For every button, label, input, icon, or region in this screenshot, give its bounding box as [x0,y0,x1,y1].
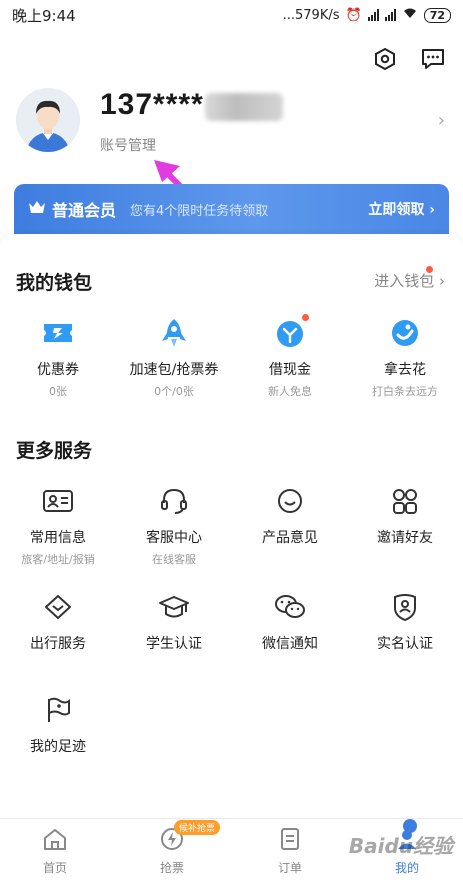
tab-badge: 候补抢票 [174,820,221,835]
crown-icon [28,199,46,219]
wallet-item-label: 优惠券 [37,362,79,378]
wallet-item-label: 加速包/抢票券 [129,362,219,378]
lightning-icon [159,828,185,855]
service-item-label: 客服中心 [146,530,202,546]
watermark: Baidu经验 [348,834,453,858]
wallet-item-coupon[interactable]: 优惠券 0张 [0,316,116,399]
headset-icon [157,484,191,518]
service-item-label: 产品意见 [262,530,318,546]
service-item-label: 出行服务 [30,636,86,652]
service-item-footprint[interactable]: 我的足迹 [0,693,116,756]
service-item-label: 实名认证 [377,636,433,652]
tab-orders[interactable]: 订单 [250,827,330,876]
network-speed: ...579K/s [282,7,340,23]
tab-home[interactable]: 首页 [15,827,95,876]
message-icon[interactable] [418,44,448,74]
service-item-travel[interactable]: 出行服务 [0,590,116,653]
tab-label: 抢票 [159,861,184,875]
wallet-title: 我的钱包 [16,272,93,294]
service-item-label: 常用信息 [30,530,86,546]
id-card-icon [41,484,75,518]
service-item-wechat[interactable]: 微信通知 [232,590,348,653]
home-icon [42,829,68,855]
member-banner[interactable]: 普通会员 您有4个限时任务待领取 立即领取 › [14,184,449,234]
avatar[interactable] [16,88,80,152]
tab-label: 首页 [42,861,67,875]
service-item-common-info[interactable]: 常用信息 旅客/地址/报销 [0,484,116,567]
wallet-item-label: 借现金 [269,362,311,378]
notification-dot [302,314,309,321]
service-item-student[interactable]: 学生认证 [116,590,232,653]
service-item-label: 邀请好友 [377,530,433,546]
alarm-icon: ⏰ [345,7,362,23]
wallet-item-boost[interactable]: 加速包/抢票券 0个/0张 [116,316,232,399]
member-tip: 您有4个限时任务待领取 [130,203,269,219]
smile-chat-icon [273,484,307,518]
service-item-sub: 在线客服 [152,553,196,566]
service-item-label: 微信通知 [262,636,318,652]
wallet-item-credit[interactable]: 拿去花 打白条去远方 [347,316,463,399]
claim-button[interactable]: 立即领取 › [368,199,435,219]
invite-icon [388,484,422,518]
wallet-item-sub: 0张 [49,385,67,398]
services-title: 更多服务 [16,440,93,462]
rocket-icon [157,316,191,350]
wallet-item-sub: 新人免息 [268,385,312,398]
cash-icon [273,314,309,350]
graduation-cap-icon [157,590,191,624]
settings-icon[interactable] [370,44,400,74]
signal-icon-2 [384,9,396,21]
tab-label: 订单 [277,861,302,875]
shield-person-icon [388,590,422,624]
member-title: 普通会员 [52,201,117,220]
tab-label: 我的 [394,861,419,875]
status-time: 晚上9:44 [12,6,76,25]
status-indicators: ...579K/s ⏰ 72 [283,7,451,23]
diamond-icon [41,590,75,624]
wallet-item-cash[interactable]: 借现金 新人免息 [232,314,348,399]
wallet-notification-dot [426,266,433,273]
service-item-label: 我的足迹 [30,739,86,755]
flag-icon [41,693,75,727]
status-bar: 晚上9:44 ...579K/s ⏰ 72 [0,0,463,30]
signal-icon [367,9,379,21]
redacted-blur [205,93,283,121]
service-item-sub: 旅客/地址/报销 [21,553,95,566]
battery-indicator: 72 [423,7,451,23]
enter-wallet-link[interactable]: 进入钱包 › [374,270,445,291]
wifi-icon [402,7,418,23]
credit-icon [388,316,422,350]
service-item-invite[interactable]: 邀请好友 [347,484,463,547]
service-item-feedback[interactable]: 产品意见 [232,484,348,547]
tab-tickets[interactable]: 候补抢票 抢票 [132,820,221,876]
service-item-realname[interactable]: 实名认证 [347,590,463,653]
account-management-link[interactable]: 账号管理 [100,135,156,155]
wallet-item-sub: 打白条去远方 [372,385,438,398]
username: 137**** [100,88,204,121]
wallet-item-sub: 0个/0张 [154,385,194,398]
service-item-customer-service[interactable]: 客服中心 在线客服 [116,484,232,567]
wallet-item-label: 拿去花 [384,362,426,378]
wechat-icon [273,590,307,624]
document-icon [278,828,302,855]
ticket-icon [41,316,75,350]
service-item-label: 学生认证 [146,636,202,652]
chevron-right-icon[interactable]: › [438,110,445,131]
